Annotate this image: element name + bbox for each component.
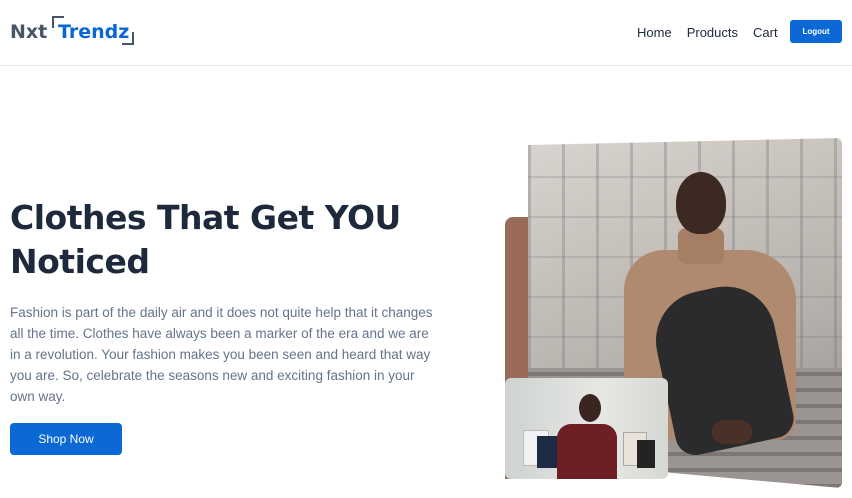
logo-text-nxt: Nxt [10, 21, 48, 43]
website-logo[interactable]: Nxt Trendz [10, 16, 140, 46]
image-person-head [676, 172, 726, 234]
nav-products-link[interactable]: Products [687, 25, 738, 40]
image-woman-head [579, 394, 601, 422]
hero-description: Fashion is part of the daily air and it … [10, 305, 433, 404]
image-shopping-bag [537, 436, 559, 468]
nav-menu: Home Products Cart [637, 25, 793, 40]
logo-bracket-bottom-right [122, 32, 134, 45]
navbar: Nxt Trendz Home Products Cart Logout [0, 0, 852, 66]
hero-heading: Clothes That Get YOU Noticed [10, 198, 401, 281]
hero-secondary-image [505, 378, 668, 479]
logout-button[interactable]: Logout [790, 20, 842, 43]
nav-cart-link[interactable]: Cart [753, 25, 778, 40]
shop-now-button[interactable]: Shop Now [10, 423, 122, 455]
image-shopping-bag [637, 440, 655, 468]
image-person-hand [712, 420, 752, 444]
nav-home-link[interactable]: Home [637, 25, 672, 40]
logo-text-trendz: Trendz [58, 21, 130, 43]
image-woman-coat [557, 424, 617, 479]
